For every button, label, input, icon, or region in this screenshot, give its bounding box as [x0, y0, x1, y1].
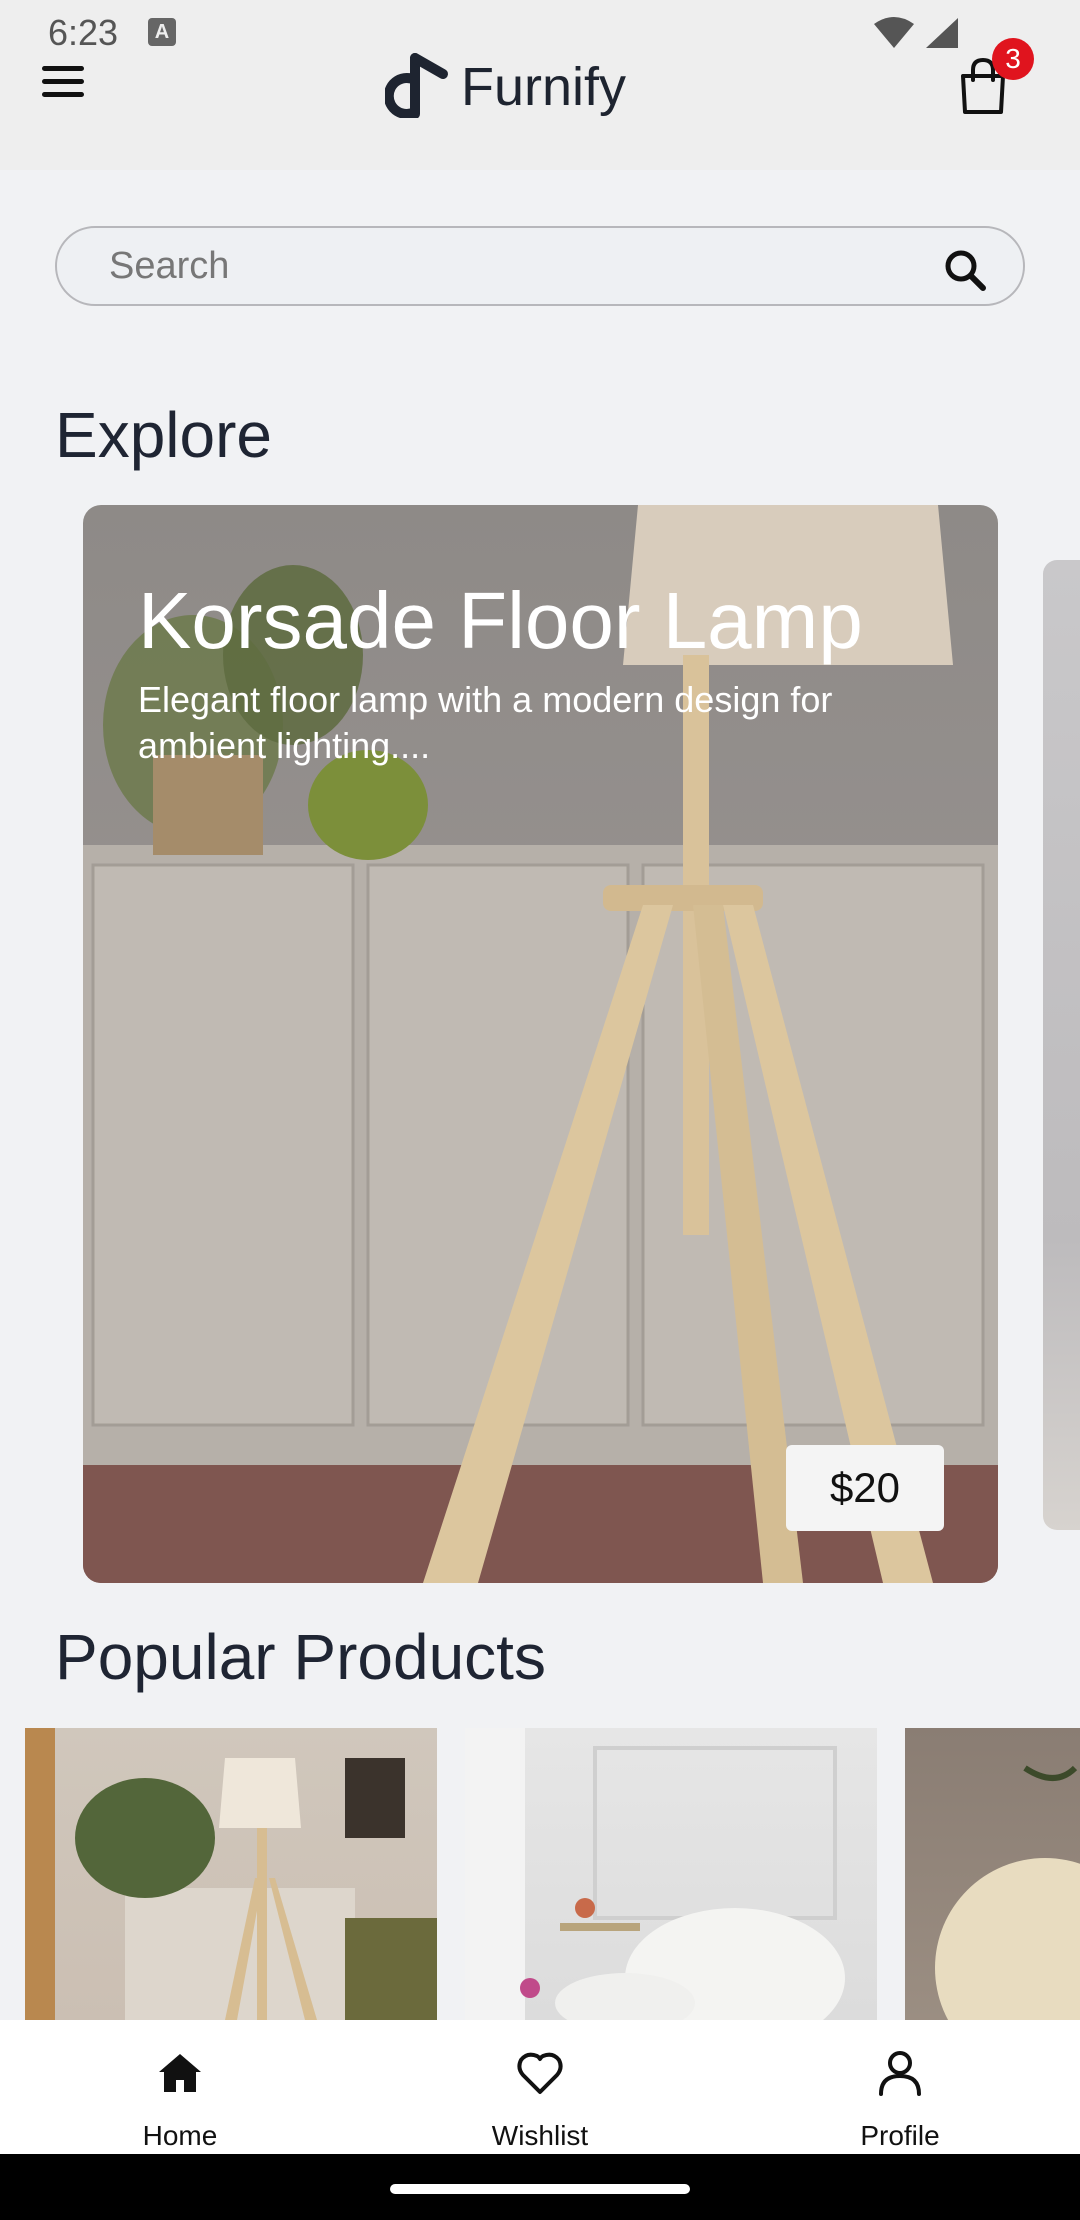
- person-icon: [879, 2051, 921, 2096]
- next-product-card[interactable]: [1043, 560, 1080, 1530]
- status-icons: [872, 16, 960, 50]
- app-header: 6:23 A Furnify 3: [0, 0, 1080, 170]
- nav-profile[interactable]: Profile: [720, 2020, 1080, 2154]
- product-image: [25, 1728, 437, 2020]
- featured-product-name: Korsade Floor Lamp: [138, 576, 863, 665]
- app-name: Furnify: [461, 57, 627, 117]
- cart-badge: 3: [992, 38, 1034, 80]
- menu-button[interactable]: [42, 66, 84, 102]
- menu-line: [42, 66, 84, 71]
- notification-icon: A: [148, 18, 176, 46]
- search-bar[interactable]: [55, 226, 1025, 306]
- heart-icon: [517, 2052, 563, 2094]
- nav-home[interactable]: Home: [0, 2020, 360, 2154]
- search-input[interactable]: [109, 228, 929, 304]
- nav-profile-label: Profile: [860, 2120, 940, 2151]
- nav-wishlist-label: Wishlist: [491, 2120, 589, 2151]
- home-icon: [159, 2054, 201, 2092]
- featured-product-price[interactable]: $20: [786, 1445, 944, 1531]
- menu-line: [42, 92, 84, 97]
- wifi-icon: [874, 17, 914, 48]
- product-image: [935, 1765, 1080, 2020]
- signal-icon: [926, 18, 958, 48]
- gesture-bar: [0, 2154, 1080, 2220]
- menu-line: [42, 79, 84, 84]
- nav-home-label: Home: [142, 2120, 218, 2151]
- product-image: [465, 1728, 845, 2020]
- status-time: 6:23: [48, 12, 119, 53]
- product-card[interactable]: [905, 1728, 1080, 2020]
- featured-product-description: Elegant floor lamp with a modern design …: [138, 679, 833, 766]
- nav-wishlist[interactable]: Wishlist: [360, 2020, 720, 2154]
- explore-title: Explore: [55, 399, 272, 471]
- bottom-navigation: Home Wishlist Profile: [0, 2020, 1080, 2154]
- featured-product-card[interactable]: Korsade Floor Lamp Elegant floor lamp wi…: [83, 505, 998, 1583]
- search-icon[interactable]: [943, 248, 987, 292]
- gesture-handle[interactable]: [390, 2184, 690, 2194]
- product-card[interactable]: [25, 1728, 437, 2020]
- app-logo: Furnify: [385, 50, 626, 118]
- logo-icon: [385, 53, 448, 118]
- product-card[interactable]: [465, 1728, 877, 2020]
- popular-products-title: Popular Products: [55, 1621, 546, 1693]
